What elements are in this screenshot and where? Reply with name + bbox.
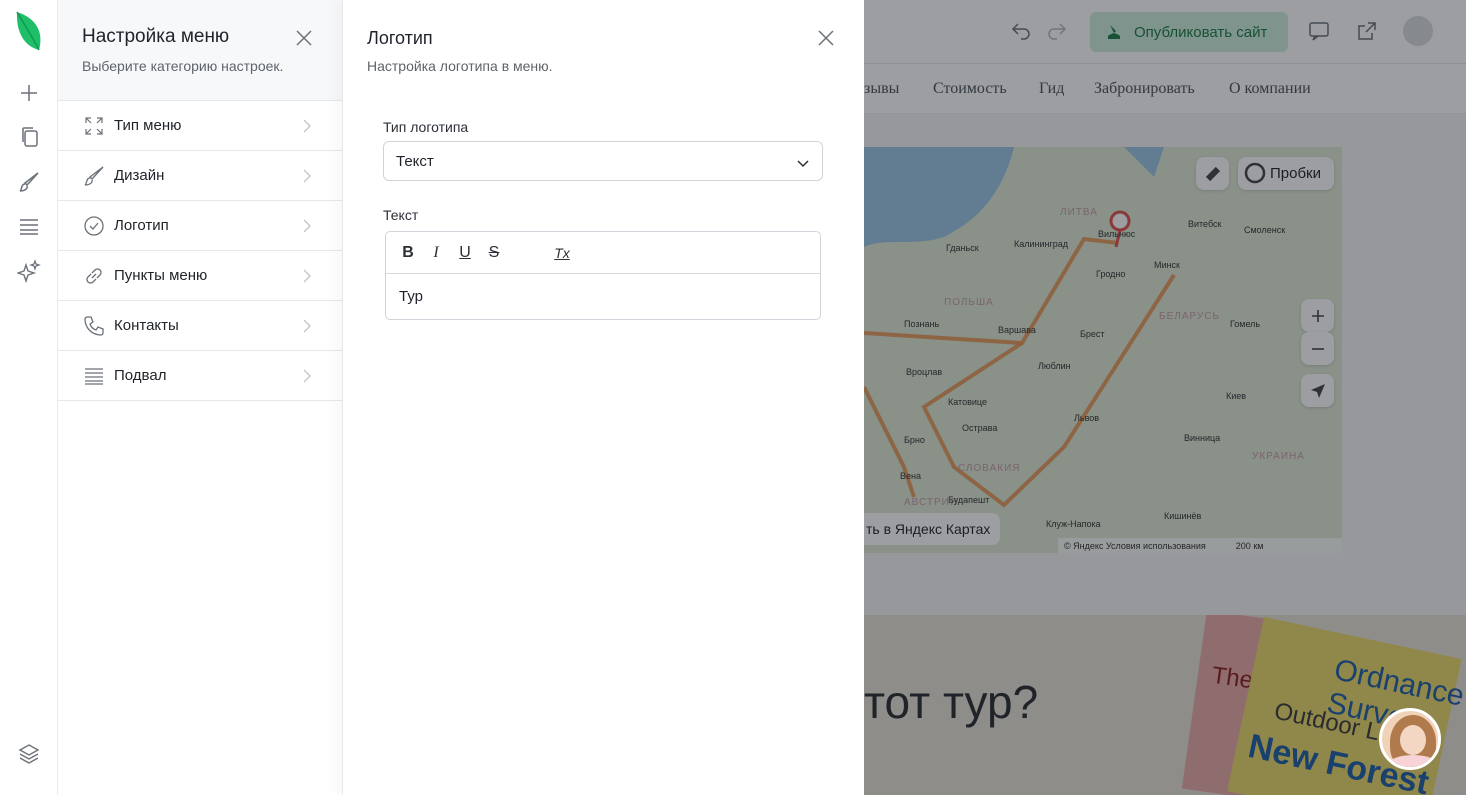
menu-item-label: Контакты xyxy=(114,317,179,334)
menu-item-label: Логотип xyxy=(114,217,169,234)
menu-item-contacts[interactable]: Контакты xyxy=(58,301,342,351)
layers-icon[interactable] xyxy=(15,740,43,768)
brush-icon xyxy=(82,164,106,188)
modal-overlay[interactable] xyxy=(864,0,1466,795)
menu-item-label: Дизайн xyxy=(114,167,165,184)
logo-panel-subtitle: Настройка логотипа в меню. xyxy=(367,58,553,74)
close-icon[interactable] xyxy=(816,28,836,48)
expand-icon xyxy=(82,114,106,138)
menu-item-design[interactable]: Дизайн xyxy=(58,151,342,201)
menu-settings-panel: Настройка меню Выберите категорию настро… xyxy=(58,0,343,795)
menu-settings-title: Настройка меню xyxy=(82,26,230,47)
chevron-right-icon xyxy=(302,319,312,333)
chevron-right-icon xyxy=(302,369,312,383)
pages-icon[interactable] xyxy=(15,123,43,151)
leaf-logo-icon[interactable] xyxy=(14,10,44,54)
menu-item-type[interactable]: Тип меню xyxy=(58,101,342,151)
text-field-label: Текст xyxy=(383,207,419,223)
chevron-right-icon xyxy=(302,269,312,283)
brush-icon[interactable] xyxy=(15,168,43,196)
logo-type-label: Тип логотипа xyxy=(383,119,469,135)
underline-button[interactable]: U xyxy=(455,243,475,263)
bold-button[interactable]: B xyxy=(398,243,418,263)
italic-button[interactable]: I xyxy=(426,243,446,263)
add-icon[interactable] xyxy=(15,79,43,107)
menu-item-links[interactable]: Пункты меню xyxy=(58,251,342,301)
menu-settings-subtitle: Выберите категорию настроек. xyxy=(82,58,284,74)
menu-settings-header: Настройка меню Выберите категорию настро… xyxy=(58,0,342,101)
avatar-face xyxy=(1400,725,1426,755)
badge-check-icon xyxy=(82,214,106,238)
sections-icon[interactable] xyxy=(15,213,43,241)
editor-content[interactable]: Тур xyxy=(386,274,820,319)
menu-item-footer[interactable]: Подвал xyxy=(58,351,342,401)
phone-icon xyxy=(82,314,106,338)
editor-toolbar: B I U S Tx xyxy=(386,232,820,274)
close-icon[interactable] xyxy=(294,28,314,48)
link-icon xyxy=(82,264,106,288)
menu-item-label: Подвал xyxy=(114,367,167,384)
chevron-down-icon xyxy=(796,156,810,168)
logo-settings-panel: Логотип Настройка логотипа в меню. Тип л… xyxy=(343,0,864,795)
menu-item-label: Тип меню xyxy=(114,117,182,134)
menu-item-logo[interactable]: Логотип xyxy=(58,201,342,251)
rich-text-editor: B I U S Tx Тур xyxy=(385,231,821,320)
menu-item-label: Пункты меню xyxy=(114,267,208,284)
chevron-right-icon xyxy=(302,119,312,133)
footer-lines-icon xyxy=(82,364,106,388)
sparkles-icon[interactable] xyxy=(15,257,43,285)
left-toolbar xyxy=(0,0,58,795)
logo-type-value: Текст xyxy=(396,152,434,170)
chevron-right-icon xyxy=(302,169,312,183)
logo-panel-title: Логотип xyxy=(367,28,433,48)
support-chat-avatar[interactable] xyxy=(1379,708,1441,770)
chevron-right-icon xyxy=(302,219,312,233)
clear-format-button[interactable]: Tx xyxy=(552,243,572,263)
strikethrough-button[interactable]: S xyxy=(484,243,504,263)
logo-type-select[interactable]: Текст xyxy=(383,141,823,181)
